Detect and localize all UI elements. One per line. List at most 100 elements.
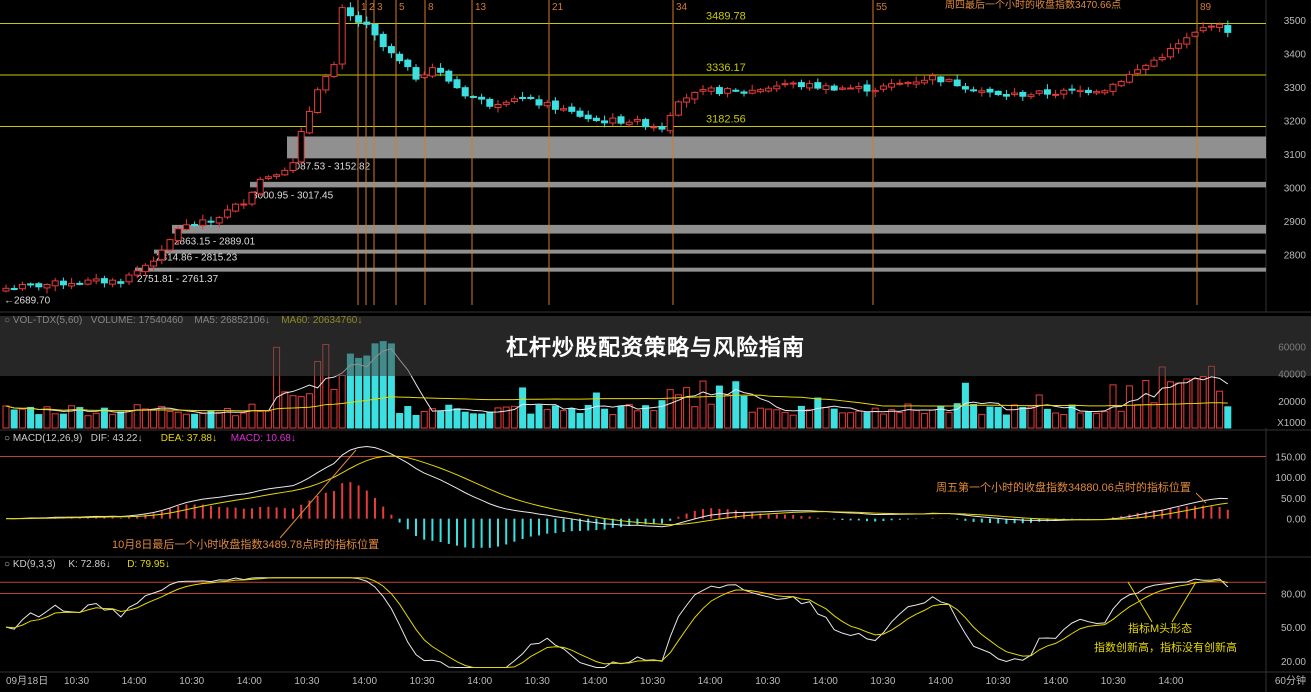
candle-body xyxy=(970,89,978,92)
volume-bar xyxy=(166,410,174,429)
time-axis-label: 14:00 xyxy=(122,676,147,687)
article-banner: 杠杆炒股配资策略与风险指南 xyxy=(0,316,1311,376)
volume-bar xyxy=(59,413,67,429)
price-tick-label: 3100 xyxy=(1284,150,1307,161)
candle-body xyxy=(502,101,510,105)
candle-body xyxy=(273,174,281,177)
volume-bar xyxy=(1150,402,1158,429)
candle-body xyxy=(1027,94,1035,98)
volume-bar xyxy=(617,405,625,429)
volume-bar xyxy=(535,404,543,429)
candle-body xyxy=(724,88,732,94)
candle-body xyxy=(76,282,84,285)
candle-body xyxy=(486,98,494,107)
volume-bar xyxy=(814,397,822,429)
candle-body xyxy=(109,279,117,285)
volume-bar xyxy=(888,409,896,429)
candle-body xyxy=(1166,48,1174,58)
volume-bar xyxy=(642,405,650,429)
candle-body xyxy=(1199,27,1207,32)
fib-label: 8 xyxy=(428,2,434,13)
volume-bar xyxy=(109,413,117,429)
volume-bar xyxy=(715,385,723,429)
volume-bar xyxy=(855,410,863,429)
candle-body xyxy=(494,103,502,109)
volume-bar xyxy=(117,411,125,429)
candle-body xyxy=(43,284,51,289)
volume-bar xyxy=(748,411,756,429)
candle-body xyxy=(100,278,108,284)
volume-bar xyxy=(10,409,18,429)
volume-bar xyxy=(978,413,986,429)
candle-body xyxy=(68,283,76,287)
candle-body xyxy=(27,283,35,286)
time-axis-label: 10:30 xyxy=(870,676,895,687)
volume-bar xyxy=(707,403,715,429)
volume-bar xyxy=(338,374,346,429)
support-zone-label: 2751.81 - 2761.37 xyxy=(137,274,219,285)
volume-bar xyxy=(133,404,141,429)
volume-bar xyxy=(756,407,764,429)
candle-body xyxy=(781,83,789,86)
candle-body xyxy=(264,176,272,179)
volume-bar xyxy=(437,411,445,429)
volume-bar xyxy=(1125,385,1133,429)
candle-body xyxy=(223,209,231,218)
volume-bar xyxy=(289,395,297,429)
volume-bar xyxy=(1134,404,1142,429)
candle-body xyxy=(437,67,445,73)
kd-tick-label: 50.00 xyxy=(1281,623,1306,634)
candle-body xyxy=(510,98,518,102)
candle-body xyxy=(904,81,912,85)
candle-body xyxy=(658,126,666,130)
candle-body xyxy=(1035,90,1043,94)
candle-body xyxy=(174,228,182,242)
candle-body xyxy=(117,281,125,284)
candle-body xyxy=(10,287,18,290)
candle-body xyxy=(240,203,248,206)
level-label: 3182.56 xyxy=(706,114,746,126)
volume-bar xyxy=(125,409,133,429)
time-axis-label: 14:00 xyxy=(1158,676,1183,687)
candle-body xyxy=(576,110,584,117)
candle-body xyxy=(1068,88,1076,91)
volume-bar xyxy=(420,411,428,429)
price-tick-label: 2900 xyxy=(1284,217,1307,228)
kd-tick-label: 80.00 xyxy=(1281,589,1306,600)
volume-bar xyxy=(560,410,568,429)
candle-body xyxy=(650,126,658,129)
volume-bar xyxy=(478,413,486,429)
candle-body xyxy=(215,217,223,224)
candle-body xyxy=(568,106,576,112)
volume-bar xyxy=(1076,412,1084,429)
fib-label: 55 xyxy=(876,2,888,13)
candle-body xyxy=(953,79,961,87)
kd-header-item: ○ KD(9,3,3) xyxy=(4,559,56,570)
kd-k-line xyxy=(5,577,1229,669)
volume-bar xyxy=(1060,414,1068,429)
volume-bar xyxy=(1011,404,1019,429)
volume-bar xyxy=(100,407,108,429)
candle-body xyxy=(855,86,863,89)
kd-tick-label: 20.00 xyxy=(1281,657,1306,668)
kd-header-item: K: 72.86↓ xyxy=(68,559,110,570)
candle-body xyxy=(281,169,289,176)
candle-body xyxy=(879,85,887,90)
candle-body xyxy=(355,15,363,23)
price-tick-label: 3300 xyxy=(1284,83,1307,94)
macd-header-item: MACD: 10.68↓ xyxy=(231,433,296,444)
candle-body xyxy=(888,83,896,88)
candle-body xyxy=(84,279,92,285)
candle-body xyxy=(674,101,682,116)
candle-body xyxy=(346,7,354,17)
time-axis-label: 10:30 xyxy=(986,676,1011,687)
candle-body xyxy=(1117,81,1125,87)
volume-bar xyxy=(576,413,584,429)
candle-body xyxy=(59,280,67,286)
macd-header-item: DIF: 43.22↓ xyxy=(91,433,143,444)
candle-body xyxy=(141,264,149,273)
candle-body xyxy=(732,89,740,92)
volume-bar xyxy=(453,408,461,429)
fib-label: 5 xyxy=(399,2,405,13)
volume-bar xyxy=(691,406,699,429)
